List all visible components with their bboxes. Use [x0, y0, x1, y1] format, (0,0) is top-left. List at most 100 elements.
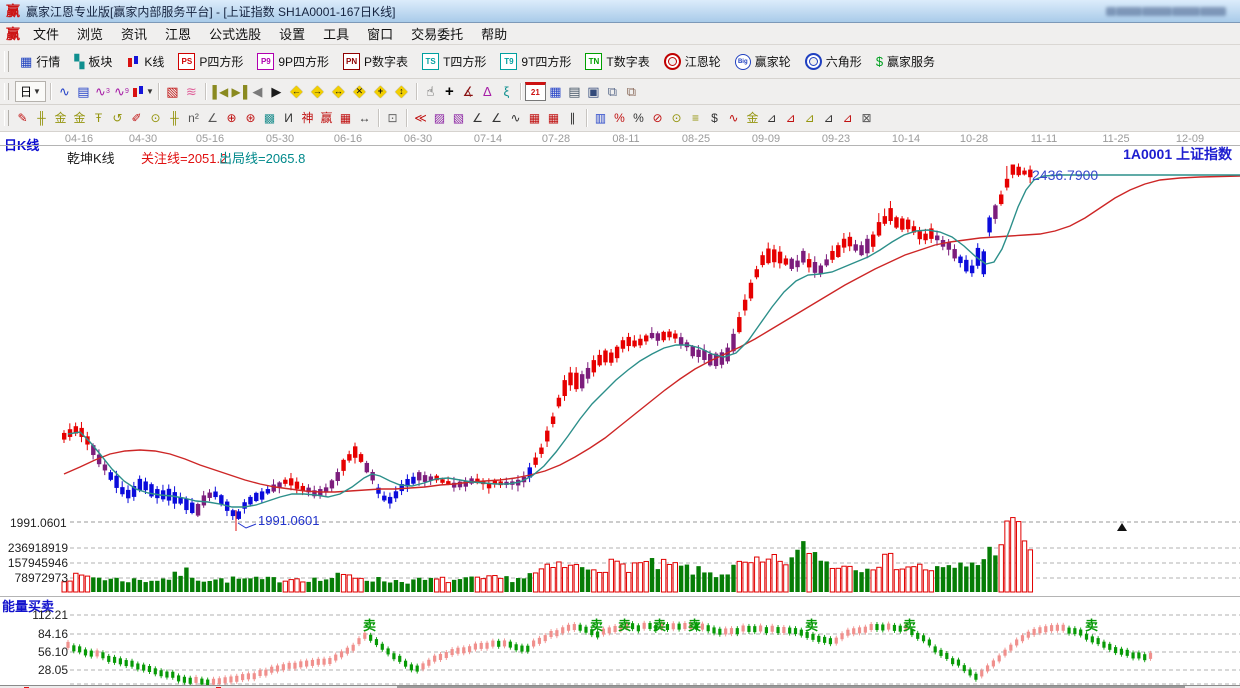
tb1-gann-wheel[interactable]: 江恩轮 [657, 50, 728, 73]
diamond-cross-icon[interactable]: ◆✕ [350, 83, 369, 100]
gann-draw-icon[interactable]: ✎ [13, 109, 32, 128]
histogram-icon[interactable]: ≋ [182, 82, 201, 101]
fib-icon[interactable]: Ŧ [89, 109, 108, 128]
menu-item-窗口[interactable]: 窗口 [358, 22, 402, 45]
tb1-winner-service[interactable]: $赢家服务 [869, 50, 942, 73]
candle-style-icon[interactable]: ▼ [131, 82, 154, 101]
wave-red-icon[interactable]: ∿ [724, 109, 743, 128]
tb1-winner-wheel[interactable]: Big赢家轮 [728, 50, 798, 73]
period-day-button[interactable]: 日▼ [15, 81, 46, 102]
network-icon[interactable]: ⧉ [603, 82, 622, 101]
percent-circle-icon[interactable]: ⊘ [648, 109, 667, 128]
menu-item-资讯[interactable]: 资讯 [112, 22, 156, 45]
angle-j-icon[interactable]: ⊿ [762, 109, 781, 128]
gold-box-icon[interactable]: 金 [743, 109, 762, 128]
gold-levels-icon[interactable]: ≡ [686, 109, 705, 128]
pattern-icon[interactable]: ▧ [163, 82, 182, 101]
angle-gold-icon[interactable]: ⊿ [800, 109, 819, 128]
angle-line-icon[interactable]: ∠ [203, 109, 222, 128]
tb1-t-square[interactable]: TST四方形 [415, 50, 493, 73]
tb1-market-quotes[interactable]: ▦行情 [13, 50, 67, 73]
menu-item-帮助[interactable]: 帮助 [472, 22, 516, 45]
span-icon[interactable]: ↔ [355, 109, 374, 128]
chart-workspace[interactable]: 日K线 乾坤K线 关注线=2051.2 出局线=2065.8 1A0001 上证… [0, 132, 1240, 688]
fan-box-icon[interactable]: ▨ [430, 109, 449, 128]
price-tool-icon[interactable]: $ [705, 109, 724, 128]
angle-shen-icon[interactable]: ⊿ [819, 109, 838, 128]
tb1-t9-square[interactable]: T99T四方形 [493, 50, 578, 73]
purple-tool-icon[interactable]: ∆ [478, 82, 497, 101]
red-grid1-icon[interactable]: ▦ [525, 109, 544, 128]
angle-f-icon[interactable]: ⊿ [781, 109, 800, 128]
gold-line1-icon[interactable]: 金 [51, 109, 70, 128]
menu-item-交易委托[interactable]: 交易委托 [402, 22, 472, 45]
gold-circle-icon[interactable]: ⊙ [667, 109, 686, 128]
gold-line2-icon[interactable]: 金 [70, 109, 89, 128]
menu-item-工具[interactable]: 工具 [314, 22, 358, 45]
tb1-hexagon[interactable]: 六角形 [798, 50, 869, 73]
ying-tool-icon[interactable]: 赢 [317, 109, 336, 128]
up-bar [133, 88, 137, 97]
prev-bar-icon[interactable]: ◀ [248, 82, 267, 101]
crosshair-icon[interactable]: + [440, 82, 459, 101]
n-square-icon[interactable]: n² [184, 109, 203, 128]
diamond-hswing-icon[interactable]: ◆↔ [329, 83, 348, 100]
angle-ying-icon[interactable]: ⊿ [838, 109, 857, 128]
red-grid2-icon[interactable]: ▦ [544, 109, 563, 128]
percent-red-icon[interactable]: % [610, 109, 629, 128]
tb1-sectors[interactable]: ▚板块 [67, 50, 119, 73]
starburst-icon[interactable]: ⊛ [241, 109, 260, 128]
tb1-p-number-table[interactable]: PNP数字表 [336, 50, 415, 73]
first-bar-icon[interactable]: ▌◀ [210, 82, 229, 101]
wave-count-icon[interactable]: И [279, 109, 298, 128]
box-tool-icon[interactable]: ⊡ [383, 109, 402, 128]
wave9-icon[interactable]: ∿9 [112, 82, 131, 101]
gann-grid-icon[interactable]: ╫ [32, 109, 51, 128]
intraday-icon[interactable]: ∿ [55, 82, 74, 101]
trend-angle2-icon[interactable]: ∠ [487, 109, 506, 128]
target-icon[interactable]: ⊕ [222, 109, 241, 128]
web-icon[interactable]: ▩ [260, 109, 279, 128]
menu-item-公式选股[interactable]: 公式选股 [200, 22, 270, 45]
zigzag-icon[interactable]: ∿ [506, 109, 525, 128]
menu-item-浏览[interactable]: 浏览 [68, 22, 112, 45]
wave3-icon[interactable]: ∿3 [93, 82, 112, 101]
grid123-icon[interactable]: ▦ [336, 109, 355, 128]
menu-item-设置[interactable]: 设置 [270, 22, 314, 45]
report-icon[interactable]: ▤ [74, 82, 93, 101]
teal-tool-icon[interactable]: ξ [497, 82, 516, 101]
remote-icon[interactable]: ⧉ [622, 82, 641, 101]
last-bar-icon[interactable]: ▶▐ [229, 82, 248, 101]
angle-measure-icon[interactable]: ∡ [459, 82, 478, 101]
gridlines-layer [70, 522, 1240, 684]
tb1-kline[interactable]: K线 [119, 50, 171, 73]
percent-icon[interactable]: % [629, 109, 648, 128]
save-icon[interactable]: ▣ [584, 82, 603, 101]
menu-item-江恩[interactable]: 江恩 [156, 22, 200, 45]
parallel-icon[interactable]: ∥ [563, 109, 582, 128]
shade-box-icon[interactable]: ▧ [449, 109, 468, 128]
trend-angle1-icon[interactable]: ∠ [468, 109, 487, 128]
sell-signal: 卖 [903, 615, 916, 634]
calculator-icon[interactable]: ▦ [546, 82, 565, 101]
pencil-rule-icon[interactable]: ✐ [127, 109, 146, 128]
shen-tool-icon[interactable]: 神 [298, 109, 317, 128]
calendar-icon[interactable]: 21 [525, 82, 546, 101]
close-tool-icon[interactable]: ⊠ [857, 109, 876, 128]
comb-icon[interactable]: ╫ [165, 109, 184, 128]
menu-item-文件[interactable]: 文件 [24, 22, 68, 45]
hand-icon[interactable]: ☝ [421, 82, 440, 101]
diamond-left-icon[interactable]: ◆← [287, 83, 306, 100]
notes-icon[interactable]: ▤ [565, 82, 584, 101]
diamond-vswing-icon[interactable]: ◆↕ [392, 83, 411, 100]
next-bar-icon[interactable]: ▶ [267, 82, 286, 101]
fan-lines-icon[interactable]: ≪ [411, 109, 430, 128]
list-icon[interactable]: ▥ [591, 109, 610, 128]
diamond-right-icon[interactable]: ◆→ [308, 83, 327, 100]
tb1-p-square[interactable]: PSP四方形 [171, 50, 250, 73]
diamond-plus-icon[interactable]: ◆+ [371, 83, 390, 100]
circle-cycle-icon[interactable]: ⊙ [146, 109, 165, 128]
tb1-p9-square[interactable]: P99P四方形 [250, 50, 336, 73]
spiral-icon[interactable]: ↺ [108, 109, 127, 128]
tb1-t-number-table[interactable]: TNT数字表 [578, 50, 656, 73]
